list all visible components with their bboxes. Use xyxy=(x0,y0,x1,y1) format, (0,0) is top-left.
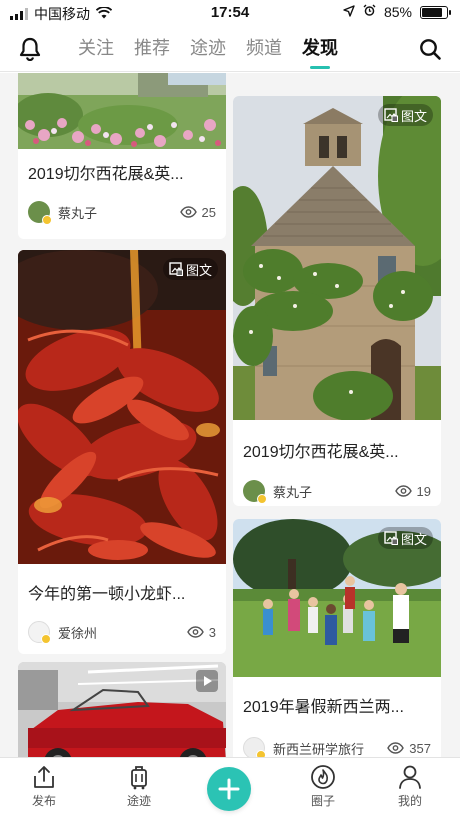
tab-publish-label: 发布 xyxy=(31,794,56,808)
verified-badge-icon xyxy=(256,750,266,757)
post-view-count: 3 xyxy=(208,624,216,640)
verified-badge-icon xyxy=(41,634,51,644)
verified-badge-icon xyxy=(42,215,52,225)
avatar xyxy=(243,480,267,504)
discover-feed[interactable]: 2019切尔西花展&英... 蔡丸子 25 图文 今年的第一顿小龙虾... 爱徐… xyxy=(0,73,460,757)
post-views: 25 xyxy=(179,204,216,220)
image-text-label: 图文 xyxy=(400,531,427,547)
flame-circle-icon xyxy=(311,765,335,789)
post-author: 蔡丸子 xyxy=(273,484,313,500)
post-view-count: 25 xyxy=(201,204,216,220)
post-author: 新西兰研学旅行 xyxy=(273,741,365,757)
avatar xyxy=(243,737,266,757)
verified-badge-icon xyxy=(257,494,267,504)
battery-percent: 85% xyxy=(383,4,412,20)
tab-circles[interactable]: 圈子 xyxy=(293,764,353,809)
eye-icon xyxy=(387,742,405,754)
tab-circles-label: 圈子 xyxy=(310,794,335,808)
image-text-label: 图文 xyxy=(185,262,212,278)
post-view-count: 357 xyxy=(409,740,431,756)
tab-recommended[interactable]: 推荐 xyxy=(134,26,170,72)
search-icon[interactable] xyxy=(416,35,444,63)
publish-icon xyxy=(34,766,54,788)
battery-icon xyxy=(420,5,451,19)
post-views: 3 xyxy=(186,624,216,640)
post-image: 图文 xyxy=(233,519,441,677)
post-card[interactable]: 图文 2019年暑假新西兰两... 新西兰研学旅行 357 xyxy=(233,519,441,757)
post-view-count: 19 xyxy=(416,483,431,499)
post-image xyxy=(18,73,226,149)
top-nav: 关注 推荐 途迹 频道 发现 xyxy=(0,26,460,72)
image-text-badge: 图文 xyxy=(162,258,218,280)
post-views: 19 xyxy=(394,483,431,499)
tab-channels[interactable]: 频道 xyxy=(246,26,282,72)
eye-icon xyxy=(179,206,197,218)
post-meta: 蔡丸子 19 xyxy=(243,479,431,504)
status-right: 85% xyxy=(343,4,451,20)
status-bar: 中国移动 17:54 85% xyxy=(0,0,460,26)
video-play-icon xyxy=(196,670,218,692)
tab-me-label: 我的 xyxy=(397,794,422,808)
feed-tabs: 关注 推荐 途迹 频道 发现 xyxy=(78,26,338,72)
post-title: 2019年暑假新西兰两... xyxy=(243,699,404,716)
image-text-badge: 图文 xyxy=(377,104,433,126)
bottom-tab-bar: 发布 途迹 圈子 我的 xyxy=(0,757,460,818)
post-image: 图文 xyxy=(233,96,441,420)
tab-discover[interactable]: 发现 xyxy=(302,26,338,72)
battery-level xyxy=(422,7,443,17)
tab-traces-bottom[interactable]: 途迹 xyxy=(109,764,169,809)
post-title: 2019切尔西花展&英... xyxy=(28,166,184,183)
eye-icon xyxy=(186,626,204,638)
luggage-icon xyxy=(131,766,147,790)
tab-traces[interactable]: 途迹 xyxy=(190,26,226,72)
post-author: 蔡丸子 xyxy=(58,205,98,221)
post-title: 今年的第一顿小龙虾... xyxy=(28,586,186,603)
alarm-icon xyxy=(363,4,376,20)
post-meta: 爱徐州 3 xyxy=(28,620,216,644)
post-meta: 新西兰研学旅行 357 xyxy=(243,736,431,757)
post-card[interactable]: 图文 2019切尔西花展&英... 蔡丸子 19 xyxy=(233,96,441,506)
post-card[interactable] xyxy=(18,662,226,757)
post-card[interactable]: 2019切尔西花展&英... 蔡丸子 25 xyxy=(18,73,226,239)
post-author: 爱徐州 xyxy=(58,625,98,641)
avatar xyxy=(28,621,51,644)
bell-icon[interactable] xyxy=(16,35,44,63)
tab-publish[interactable]: 发布 xyxy=(14,764,74,809)
location-arrow-icon xyxy=(343,4,355,20)
eye-icon xyxy=(394,485,412,497)
post-card[interactable]: 图文 今年的第一顿小龙虾... 爱徐州 3 xyxy=(18,250,226,654)
image-text-badge: 图文 xyxy=(377,527,433,549)
post-image: 图文 xyxy=(18,250,226,564)
post-meta: 蔡丸子 25 xyxy=(28,200,216,225)
tab-traces-label: 途迹 xyxy=(126,794,151,808)
plus-icon xyxy=(218,778,240,800)
post-image xyxy=(18,662,226,757)
post-views: 357 xyxy=(387,741,431,756)
image-text-icon xyxy=(169,262,183,276)
avatar xyxy=(28,201,52,225)
person-icon xyxy=(399,765,421,789)
image-text-label: 图文 xyxy=(400,108,427,124)
create-post-button[interactable] xyxy=(207,767,251,811)
image-text-icon xyxy=(384,531,398,545)
image-text-icon xyxy=(384,108,398,122)
tab-following[interactable]: 关注 xyxy=(78,26,114,72)
tab-me[interactable]: 我的 xyxy=(380,764,440,809)
post-title: 2019切尔西花展&英... xyxy=(243,444,399,461)
